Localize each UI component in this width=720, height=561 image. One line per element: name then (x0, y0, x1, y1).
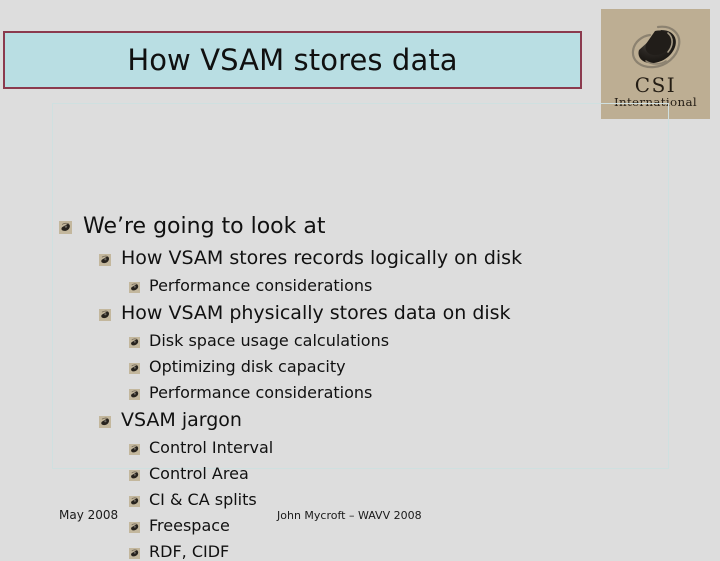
bullet-item: Performance considerations (129, 278, 372, 294)
bullet-marker-icon (129, 548, 140, 559)
bullet-marker-icon (129, 444, 140, 455)
bullet-text: How VSAM stores records logically on dis… (121, 247, 523, 269)
bullet-item: We’re going to look at (59, 216, 325, 238)
bullet-item: CI & CA splits (129, 492, 257, 508)
bullet-text: CI & CA splits (149, 490, 257, 509)
page-title: How VSAM stores data (127, 42, 458, 77)
bullet-marker-icon (129, 470, 140, 481)
bullet-item: How VSAM physically stores data on disk (99, 304, 511, 323)
logo-name: CSI (634, 73, 677, 97)
bullet-marker-icon (129, 337, 140, 348)
bullet-item: Control Interval (129, 440, 273, 456)
slide-content-box: We’re going to look at How VSAM stores re… (52, 103, 669, 560)
bullet-marker-icon (99, 254, 111, 266)
bullet-text: We’re going to look at (83, 214, 326, 239)
bullet-text: Control Area (149, 464, 249, 483)
bullet-item: Disk space usage calculations (129, 333, 389, 349)
bullet-marker-icon (129, 363, 140, 374)
bullet-text: Performance considerations (149, 276, 373, 295)
footer-date: May 2008 (59, 508, 119, 522)
bullet-text: VSAM jargon (121, 409, 242, 431)
swirl-icon (601, 19, 710, 75)
bullet-item: Control Area (129, 466, 249, 482)
bullet-text: Disk space usage calculations (149, 331, 390, 350)
bullet-item: Performance considerations (129, 385, 372, 401)
bullet-marker-icon (59, 221, 72, 234)
bullet-text: RDF, CIDF (149, 542, 230, 561)
bullet-item: How VSAM stores records logically on dis… (99, 249, 522, 268)
bullet-text: Control Interval (149, 438, 274, 457)
bullet-marker-icon (99, 416, 111, 428)
bullet-marker-icon (99, 309, 111, 321)
bullet-item: RDF, CIDF (129, 544, 229, 560)
bullet-marker-icon (129, 522, 140, 533)
bullet-item: VSAM jargon (99, 411, 242, 430)
slide-canvas: How VSAM stores data CSI International W… (0, 0, 720, 560)
bullet-item: Freespace (129, 518, 230, 534)
bullet-marker-icon (129, 496, 140, 507)
footer-author: John Mycroft – WAVV 2008 (277, 509, 422, 522)
bullet-text: Performance considerations (149, 383, 373, 402)
bullet-text: Freespace (149, 516, 230, 535)
bullet-item: Optimizing disk capacity (129, 359, 346, 375)
bullet-text: How VSAM physically stores data on disk (121, 302, 511, 324)
bullet-marker-icon (129, 389, 140, 400)
bullet-text: Optimizing disk capacity (149, 357, 346, 376)
bullet-marker-icon (129, 282, 140, 293)
slide-title-box: How VSAM stores data (3, 31, 582, 89)
